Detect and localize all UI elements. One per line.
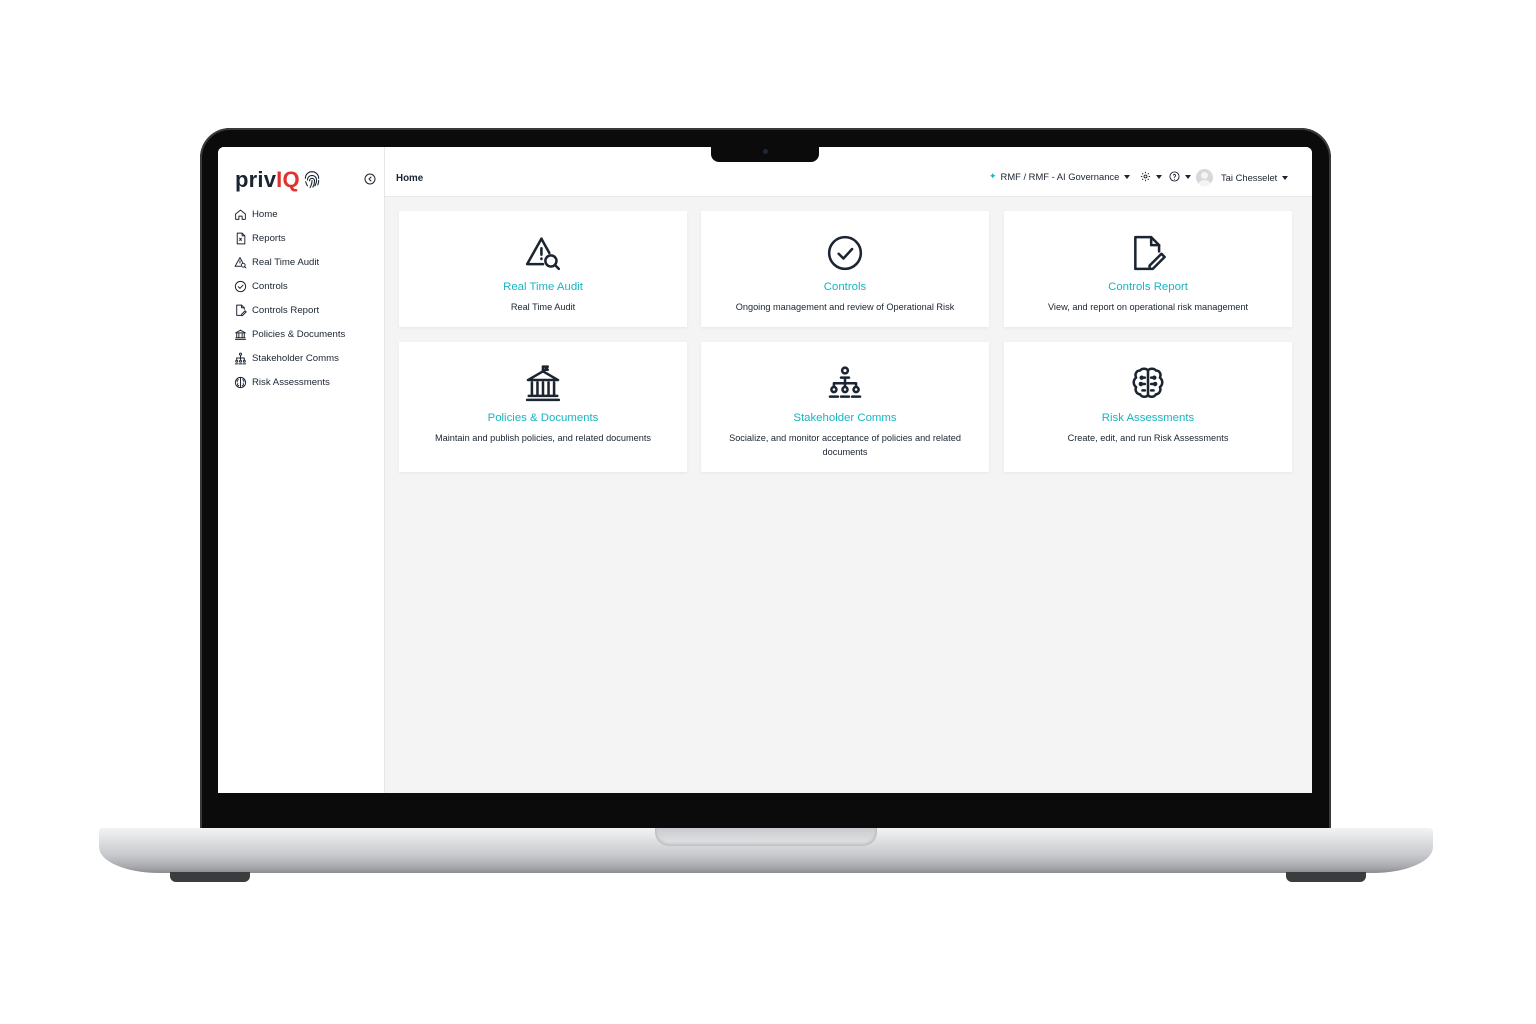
warning-search-icon <box>399 234 687 272</box>
brain-icon <box>234 376 247 389</box>
user-name: Tai Chesselet <box>1221 172 1278 183</box>
top-bar: Home ✦ RMF / RMF - AI Governance Tai Che… <box>385 147 1312 197</box>
file-edit-icon <box>234 304 247 317</box>
hierarchy-icon <box>701 365 989 403</box>
chevron-down-icon <box>1156 174 1162 179</box>
sidebar-item-label: Stakeholder Comms <box>252 352 339 364</box>
building-columns-icon <box>399 365 687 403</box>
sidebar-item-label: Home <box>252 209 278 221</box>
laptop-foot-left <box>170 872 250 882</box>
sidebar-item-label: Policies & Documents <box>252 328 346 340</box>
chevron-down-icon <box>1282 175 1289 180</box>
avatar <box>1196 169 1213 186</box>
card-title: Stakeholder Comms <box>793 412 897 424</box>
card-controls-report[interactable]: Controls Report View, and report on oper… <box>1004 211 1292 327</box>
building-columns-icon <box>234 328 247 341</box>
sidebar: priv IQ Home Reports Real Time Audit Con… <box>218 147 385 793</box>
check-circle-icon <box>234 280 247 293</box>
card-title: Policies & Documents <box>487 412 599 424</box>
settings-menu-button[interactable] <box>1140 171 1162 182</box>
check-circle-icon <box>701 234 989 272</box>
sidebar-item-label: Controls <box>252 281 288 293</box>
card-title: Controls <box>823 281 867 293</box>
sidebar-item-risk-assessments[interactable]: Risk Assessments <box>234 370 345 394</box>
environment-label: RMF / RMF - AI Governance <box>1000 171 1120 182</box>
sidebar-item-home[interactable]: Home <box>234 203 345 227</box>
laptop-opening-groove <box>655 828 877 846</box>
sidebar-item-real-time-audit[interactable]: Real Time Audit <box>234 251 345 275</box>
gear-icon <box>1140 171 1151 182</box>
warning-search-icon <box>234 256 247 269</box>
environment-selector[interactable]: ✦ RMF / RMF - AI Governance <box>989 171 1131 182</box>
laptop-foot-right <box>1286 872 1366 882</box>
card-risk-assessments[interactable]: Risk Assessments Create, edit, and run R… <box>1004 342 1292 472</box>
hierarchy-icon <box>234 352 247 365</box>
chevron-down-icon <box>1124 174 1131 179</box>
card-description: Ongoing management and review of Operati… <box>735 302 955 312</box>
user-menu[interactable]: Tai Chesselet <box>1196 169 1289 186</box>
report-file-icon <box>234 232 247 245</box>
sidebar-item-label: Controls Report <box>252 305 320 316</box>
sidebar-item-label: Real Time Audit <box>252 257 320 269</box>
sidebar-item-policies-documents[interactable]: Policies & Documents <box>234 322 345 346</box>
card-description: Real Time Audit <box>510 302 576 312</box>
camera-icon <box>763 149 768 154</box>
logo-accent-text: IQ <box>276 167 300 192</box>
card-description: View, and report on operational risk man… <box>1047 302 1249 312</box>
sidebar-item-stakeholder-comms[interactable]: Stakeholder Comms <box>234 346 345 370</box>
card-controls[interactable]: Controls Ongoing management and review o… <box>701 211 989 327</box>
sidebar-item-controls[interactable]: Controls <box>234 275 345 299</box>
fingerprint-icon <box>304 171 319 189</box>
help-menu-button[interactable] <box>1169 171 1191 182</box>
help-icon <box>1169 171 1180 182</box>
card-description: Create, edit, and run Risk Assessments <box>1067 433 1229 443</box>
card-stakeholder-comms[interactable]: Stakeholder Comms Socialize, and monitor… <box>701 342 989 472</box>
collapse-sidebar-icon[interactable] <box>364 173 376 185</box>
app-logo[interactable]: priv IQ <box>235 167 322 193</box>
chevron-down-icon <box>1185 174 1191 179</box>
sidebar-nav: Home Reports Real Time Audit Controls Co… <box>234 203 345 394</box>
app-screen: priv IQ Home Reports Real Time Audit Con… <box>218 147 1312 793</box>
card-title: Controls Report <box>1108 281 1188 293</box>
logo-text: priv <box>235 167 277 192</box>
sidebar-item-label: Reports <box>252 233 286 245</box>
sidebar-item-reports[interactable]: Reports <box>234 227 345 251</box>
file-edit-icon <box>1004 234 1292 272</box>
breadcrumb: Home <box>396 173 424 184</box>
brain-icon <box>1004 365 1292 403</box>
card-policies-documents[interactable]: Policies & Documents Maintain and publis… <box>399 342 687 472</box>
card-description: Socialize, and monitor acceptance of pol… <box>729 433 961 457</box>
sidebar-item-label: Risk Assessments <box>252 376 330 388</box>
card-title: Real Time Audit <box>503 281 583 293</box>
card-real-time-audit[interactable]: Real Time Audit Real Time Audit <box>399 211 687 327</box>
sparkle-icon: ✦ <box>989 171 997 181</box>
home-icon <box>234 208 247 221</box>
card-title: Risk Assessments <box>1101 412 1195 424</box>
sidebar-item-controls-report[interactable]: Controls Report <box>234 299 345 323</box>
card-description: Maintain and publish policies, and relat… <box>434 433 652 443</box>
